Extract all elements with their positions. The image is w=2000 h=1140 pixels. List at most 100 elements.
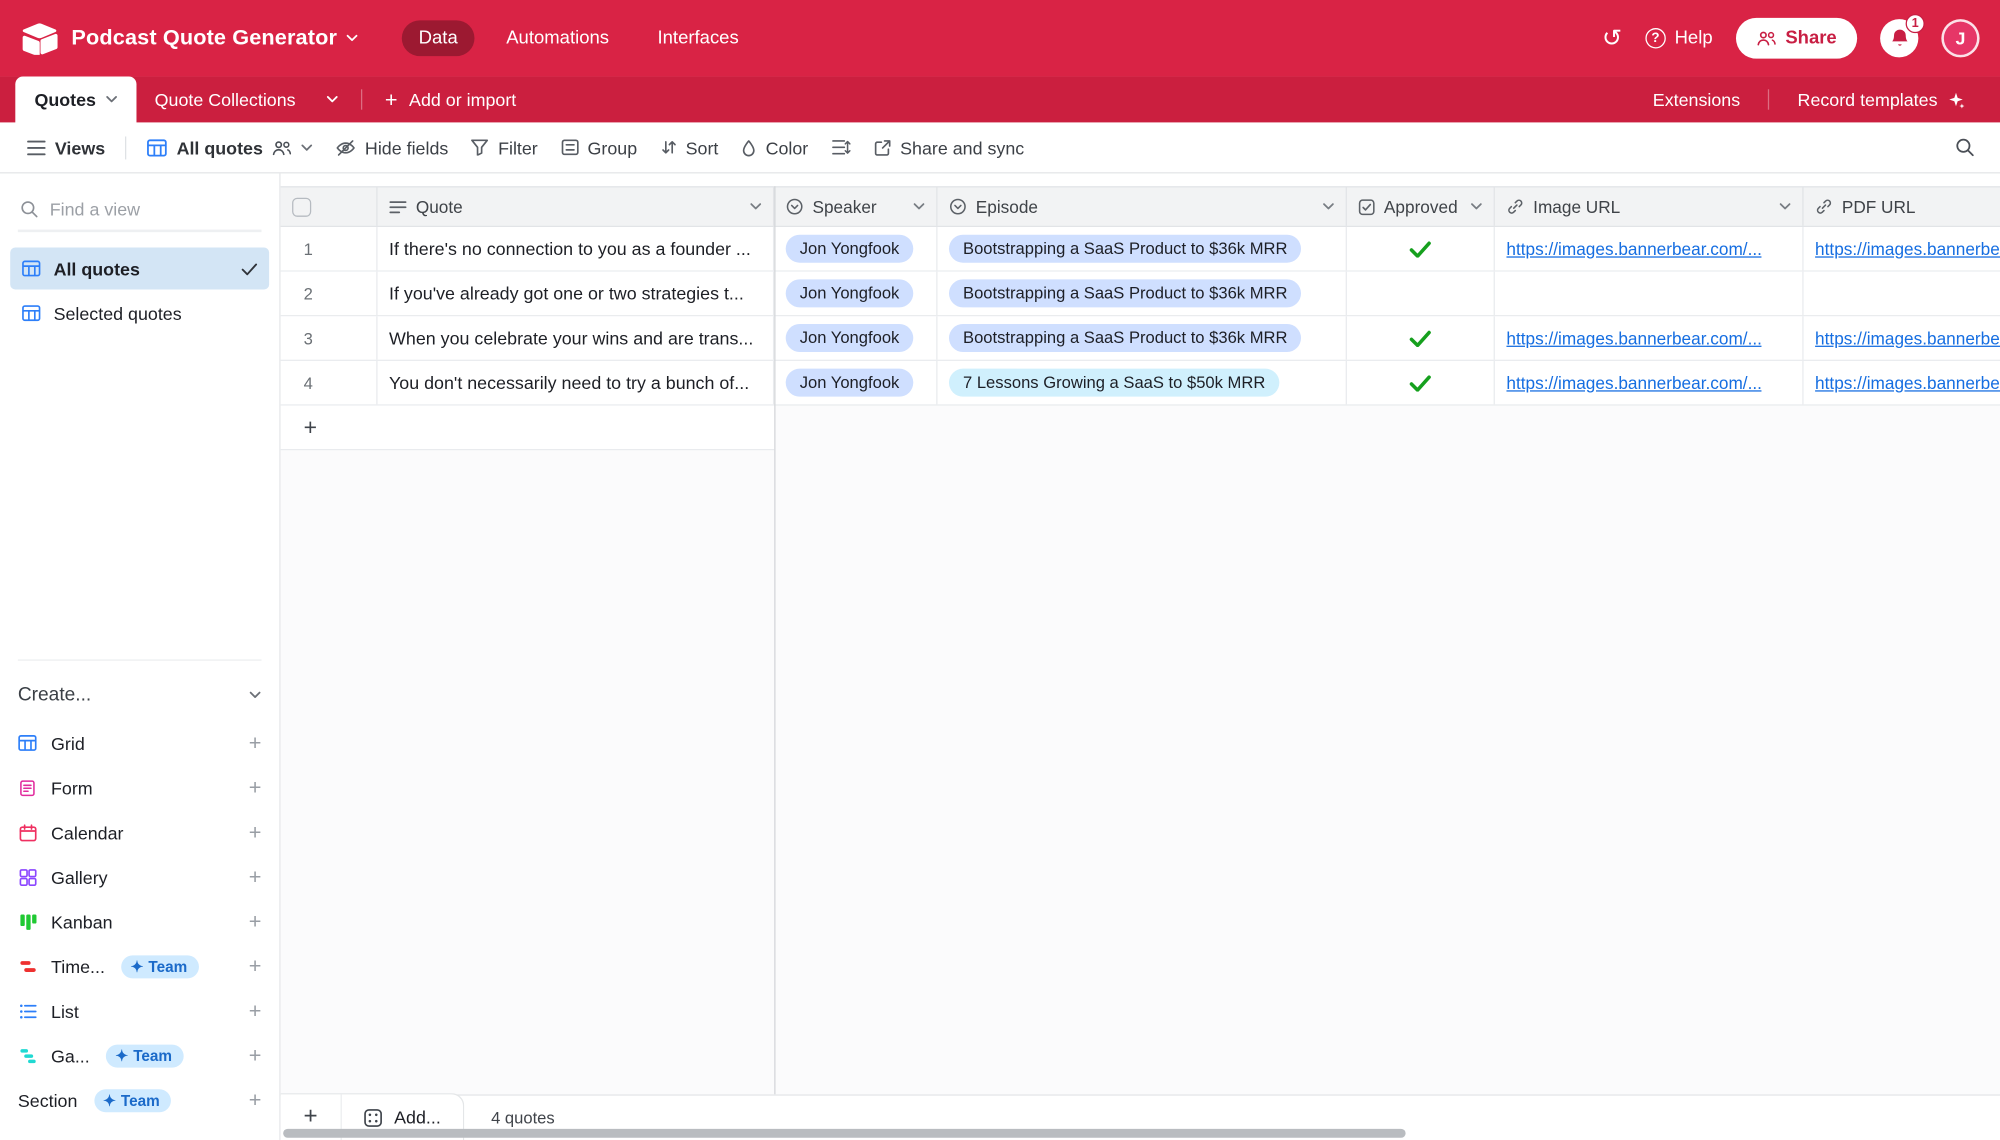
cell-image-url[interactable]: https://images.bannerbear.com/... — [1495, 227, 1804, 271]
frozen-column-divider[interactable] — [774, 186, 776, 1095]
cell-quote[interactable]: If you've already got one or two strateg… — [378, 271, 775, 316]
base-title-menu[interactable]: Podcast Quote Generator — [71, 26, 358, 52]
nav-tab-automations[interactable]: Automations — [490, 20, 626, 56]
url-link[interactable]: https://images.bannerbear.com/... — [1815, 239, 2000, 258]
create-calendar[interactable]: Calendar + — [18, 810, 262, 855]
help-button[interactable]: ? Help — [1645, 28, 1713, 49]
add-record-row[interactable]: + — [280, 405, 775, 451]
cell-quote[interactable]: If there's no connection to you as a fou… — [378, 227, 775, 271]
cell-approved[interactable] — [1347, 316, 1495, 360]
cell-speaker[interactable]: Jon Yongfook — [774, 316, 938, 360]
cell-approved[interactable] — [1347, 360, 1495, 405]
chevron-down-icon[interactable] — [913, 203, 925, 211]
nav-tab-data[interactable]: Data — [402, 20, 475, 57]
horizontal-scrollbar[interactable] — [283, 1128, 1406, 1138]
tab-quotes[interactable]: Quotes — [15, 76, 137, 123]
column-header-pdf-url[interactable]: PDF URL — [1804, 187, 2000, 225]
column-header-episode[interactable]: Episode — [937, 187, 1347, 226]
chevron-down-icon[interactable] — [1323, 203, 1334, 211]
chevron-down-icon[interactable] — [1779, 203, 1791, 211]
cell-pdf-url[interactable] — [1804, 272, 2000, 315]
view-switcher[interactable]: All quotes — [136, 131, 324, 164]
notifications-button[interactable]: 1 — [1880, 14, 1925, 58]
url-link[interactable]: https://images.bannerbear.com/... — [1506, 328, 1762, 347]
cell-speaker[interactable]: Jon Yongfook — [774, 227, 938, 271]
create-timeline[interactable]: Time... ✦ Team + — [18, 944, 262, 989]
cell-approved[interactable] — [1347, 271, 1495, 316]
row-height-button[interactable] — [820, 133, 862, 162]
create-gantt[interactable]: Ga... ✦ Team + — [18, 1033, 262, 1078]
cell-episode[interactable]: Bootstrapping a SaaS Product to $36k MRR — [937, 316, 1347, 360]
cell-pdf-url[interactable]: https://images.bannerbear.com/... — [1804, 227, 2000, 270]
row-number[interactable]: 1 — [281, 227, 378, 271]
group-button[interactable]: Group — [549, 131, 648, 164]
cell-speaker[interactable]: Jon Yongfook — [774, 360, 938, 405]
top-nav: Data Automations Interfaces — [402, 20, 755, 57]
cell-episode[interactable]: Bootstrapping a SaaS Product to $36k MRR — [937, 227, 1347, 271]
plus-icon[interactable]: + — [249, 911, 262, 933]
create-form[interactable]: Form + — [18, 765, 262, 810]
plus-icon[interactable]: + — [249, 777, 262, 799]
single-select-icon — [949, 198, 967, 216]
column-header-image-url[interactable]: Image URL — [1495, 187, 1804, 226]
row-number[interactable]: 4 — [281, 360, 378, 405]
column-header-speaker[interactable]: Speaker — [774, 187, 938, 226]
sidebar-view-selected-quotes[interactable]: Selected quotes — [10, 292, 269, 334]
filter-button[interactable]: Filter — [460, 131, 549, 164]
cell-quote[interactable]: You don't necessarily need to try a bunc… — [378, 360, 775, 405]
row-number[interactable]: 2 — [281, 271, 378, 316]
sort-button[interactable]: Sort — [649, 131, 730, 164]
cell-image-url[interactable]: https://images.bannerbear.com/... — [1495, 316, 1804, 360]
hide-fields-button[interactable]: Hide fields — [324, 131, 460, 164]
nav-tab-interfaces[interactable]: Interfaces — [641, 20, 755, 56]
column-header-approved[interactable]: Approved — [1347, 187, 1495, 226]
create-header[interactable]: Create... — [18, 673, 262, 720]
add-or-import-button[interactable]: + Add or import — [372, 77, 529, 123]
chevron-down-icon[interactable] — [1471, 203, 1482, 211]
record-templates-button[interactable]: Record templates — [1780, 89, 1982, 110]
cell-speaker[interactable]: Jon Yongfook — [774, 271, 938, 316]
plus-icon[interactable]: + — [249, 821, 262, 843]
column-header-quote[interactable]: Quote — [378, 187, 775, 226]
search-icon[interactable] — [1955, 138, 1974, 157]
tab-quote-collections[interactable]: Quote Collections — [137, 77, 314, 123]
cell-approved[interactable] — [1347, 227, 1495, 271]
views-button[interactable]: Views — [15, 131, 116, 164]
plus-icon[interactable]: + — [249, 732, 262, 754]
extensions-button[interactable]: Extensions — [1635, 89, 1758, 109]
share-and-sync-button[interactable]: Share and sync — [862, 131, 1036, 164]
cell-image-url[interactable] — [1495, 271, 1804, 316]
table-list-chevron[interactable] — [313, 77, 350, 123]
cell-episode[interactable]: Bootstrapping a SaaS Product to $36k MRR — [937, 271, 1347, 316]
history-icon[interactable]: ↺ — [1602, 26, 1622, 50]
cell-episode[interactable]: 7 Lessons Growing a SaaS to $50k MRR — [937, 360, 1347, 405]
create-grid[interactable]: Grid + — [18, 721, 262, 766]
url-link[interactable]: https://images.bannerbear.com/... — [1815, 373, 2000, 392]
url-link[interactable]: https://images.bannerbear.com/... — [1815, 328, 2000, 347]
chevron-down-icon[interactable] — [106, 96, 118, 104]
create-gallery[interactable]: Gallery + — [18, 855, 262, 900]
row-number[interactable]: 3 — [281, 316, 378, 360]
create-section[interactable]: Section ✦ Team + — [18, 1078, 262, 1123]
chevron-down-icon[interactable] — [750, 203, 762, 211]
share-button[interactable]: Share — [1735, 17, 1858, 59]
url-link[interactable]: https://images.bannerbear.com/... — [1506, 239, 1762, 258]
sidebar-view-all-quotes[interactable]: All quotes — [10, 247, 270, 290]
cell-pdf-url[interactable]: https://images.bannerbear.com/... — [1804, 316, 2000, 359]
plus-icon[interactable]: + — [249, 1089, 262, 1111]
find-view-input[interactable] — [49, 198, 229, 220]
airtable-logo-icon[interactable] — [20, 22, 58, 55]
url-link[interactable]: https://images.bannerbear.com/... — [1506, 373, 1762, 392]
cell-image-url[interactable]: https://images.bannerbear.com/... — [1495, 360, 1804, 405]
select-all-checkbox[interactable] — [292, 197, 312, 217]
cell-pdf-url[interactable]: https://images.bannerbear.com/... — [1804, 361, 2000, 404]
plus-icon[interactable]: + — [249, 1000, 262, 1022]
avatar[interactable]: J — [1941, 19, 1980, 58]
color-button[interactable]: Color — [730, 131, 820, 164]
create-list[interactable]: List + — [18, 989, 262, 1034]
plus-icon[interactable]: + — [249, 866, 262, 888]
plus-icon[interactable]: + — [249, 1045, 262, 1067]
create-kanban[interactable]: Kanban + — [18, 899, 262, 944]
plus-icon[interactable]: + — [249, 955, 262, 977]
cell-quote[interactable]: When you celebrate your wins and are tra… — [378, 316, 775, 360]
